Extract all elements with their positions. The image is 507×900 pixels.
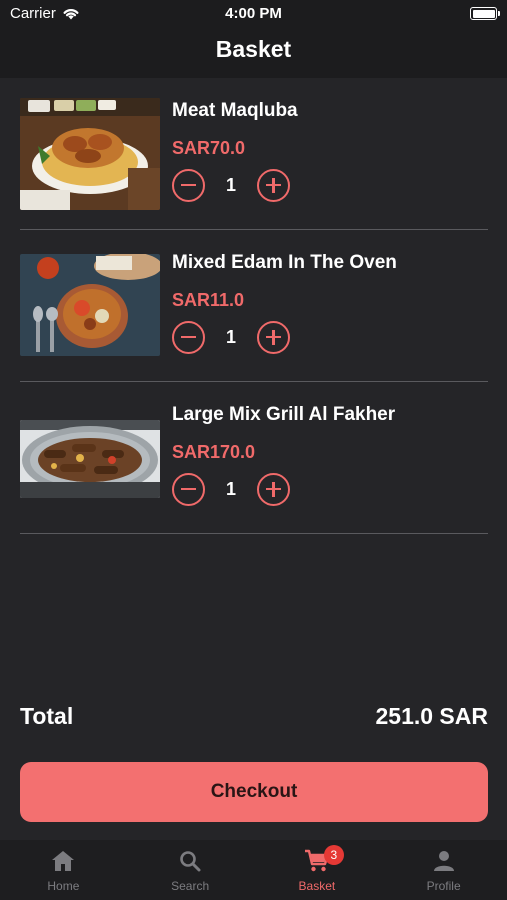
search-icon: [180, 851, 201, 872]
item-name: Meat Maqluba: [172, 100, 298, 121]
tab-label: Search: [171, 879, 210, 893]
quantity-value: 1: [225, 478, 236, 499]
item-price: SAR70.0: [172, 138, 246, 158]
home-icon: [52, 851, 75, 871]
person-icon: [433, 851, 454, 871]
total-row: Total 251.0 SAR: [20, 703, 488, 730]
decrease-quantity-button[interactable]: [172, 168, 205, 202]
item-name: Large Mix Grill Al Fakher: [172, 404, 396, 425]
tab-bar: Home Search 3 Basket Profile: [0, 840, 507, 900]
increase-quantity-button[interactable]: [257, 168, 290, 202]
total-label: Total: [20, 703, 74, 729]
page-title: Basket: [215, 36, 292, 62]
quantity-stepper: 1: [172, 472, 488, 506]
basket-item: Large Mix Grill Al Fakher SAR170.0 1: [20, 382, 488, 534]
item-price: SAR170.0: [172, 442, 256, 462]
tab-search[interactable]: Search: [127, 840, 254, 900]
tab-label: Basket: [298, 879, 336, 893]
clock: 4:00 PM: [225, 5, 282, 22]
nav-header: Carrier 4:00 PM Basket: [0, 0, 507, 78]
tab-profile[interactable]: Profile: [380, 840, 507, 900]
meat-maqluba-image: [20, 98, 160, 210]
cart-count-badge: 3: [323, 845, 344, 865]
checkout-button[interactable]: Checkout: [20, 762, 488, 822]
status-bar: Carrier 4:00 PM: [0, 0, 507, 28]
checkout-label: Checkout: [210, 781, 298, 802]
tab-home[interactable]: Home: [0, 840, 127, 900]
basket-item: Mixed Edam In The Oven SAR11.0 1: [20, 230, 488, 382]
quantity-value: 1: [225, 174, 236, 195]
decrease-quantity-button[interactable]: [172, 320, 205, 354]
basket-list: Meat Maqluba SAR70.0 1 Mixed Edam In The…: [20, 78, 488, 534]
item-price: SAR11.0: [172, 290, 245, 310]
battery-icon: [470, 7, 500, 20]
item-name: Mixed Edam In The Oven: [172, 252, 397, 273]
item-info: Large Mix Grill Al Fakher SAR170.0 1: [172, 404, 488, 506]
tab-basket[interactable]: 3 Basket: [254, 840, 381, 900]
mix-grill-image: [20, 420, 160, 498]
mixed-edam-image: [20, 254, 160, 356]
quantity-value: 1: [225, 326, 236, 347]
quantity-stepper: 1: [172, 168, 488, 202]
tab-label: Profile: [426, 879, 461, 893]
tab-label: Home: [47, 879, 80, 893]
basket-item: Meat Maqluba SAR70.0 1: [20, 78, 488, 230]
quantity-stepper: 1: [172, 320, 488, 354]
item-info: Meat Maqluba SAR70.0 1: [172, 100, 488, 202]
decrease-quantity-button[interactable]: [172, 472, 205, 506]
total-value: 251.0 SAR: [375, 703, 488, 729]
item-info: Mixed Edam In The Oven SAR11.0 1: [172, 252, 488, 354]
increase-quantity-button[interactable]: [257, 320, 290, 354]
increase-quantity-button[interactable]: [257, 472, 290, 506]
